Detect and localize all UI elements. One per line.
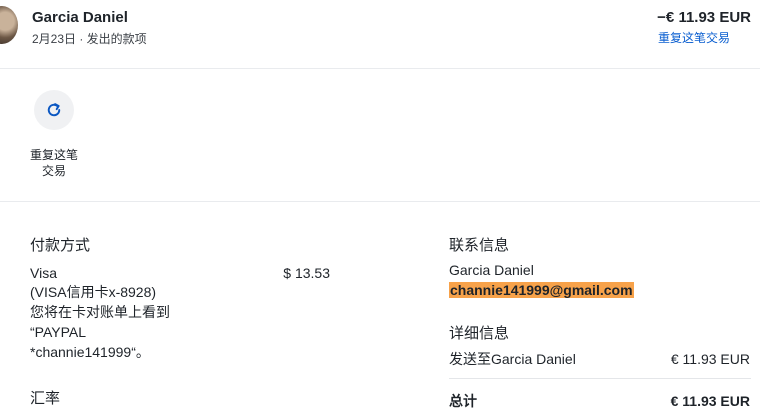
payment-method-title: 付款方式 bbox=[30, 237, 91, 254]
contact-name: Garcia Daniel bbox=[449, 262, 534, 278]
contact-email[interactable]: channie141999@gmail.com bbox=[449, 282, 634, 298]
repeat-transaction-label: 重复这笔 交易 bbox=[24, 147, 84, 179]
transaction-amount: −€ 11.93 EUR bbox=[657, 9, 751, 26]
payment-card-detail: (VISA信用卡x-8928) bbox=[30, 284, 157, 300]
statement-note-line2: “PAYPAL bbox=[30, 324, 87, 340]
header-divider bbox=[0, 68, 760, 69]
statement-note-line1: 您将在卡对账单上看到 bbox=[30, 304, 170, 320]
sent-to-label: 发送至Garcia Daniel bbox=[449, 351, 576, 367]
actions-divider bbox=[0, 201, 760, 202]
statement-note-line3: *channie141999“。 bbox=[30, 344, 150, 360]
repeat-transaction-button[interactable] bbox=[34, 90, 74, 130]
contact-email-row: channie141999@gmail.com bbox=[449, 281, 634, 300]
repeat-label-line2: 交易 bbox=[41, 164, 66, 178]
avatar bbox=[0, 6, 18, 44]
sent-to-amount: € 11.93 EUR bbox=[670, 351, 750, 367]
details-title: 详细信息 bbox=[449, 325, 510, 342]
details-divider bbox=[449, 378, 751, 379]
transaction-date-type: 2月23日 · 发出的款项 bbox=[32, 32, 147, 46]
contact-info-title: 联系信息 bbox=[449, 237, 510, 254]
payment-card: Visa bbox=[30, 265, 57, 281]
exchange-rate-title: 汇率 bbox=[30, 390, 61, 407]
refresh-icon bbox=[47, 103, 61, 117]
total-label: 总计 bbox=[449, 393, 477, 409]
repeat-transaction-link[interactable]: 重复这笔交易 bbox=[658, 29, 730, 46]
repeat-label-line1: 重复这笔 bbox=[29, 148, 78, 162]
total-amount: € 11.93 EUR bbox=[670, 393, 750, 409]
payment-amount: $ 13.53 bbox=[283, 265, 330, 281]
recipient-name: Garcia Daniel bbox=[32, 9, 128, 26]
